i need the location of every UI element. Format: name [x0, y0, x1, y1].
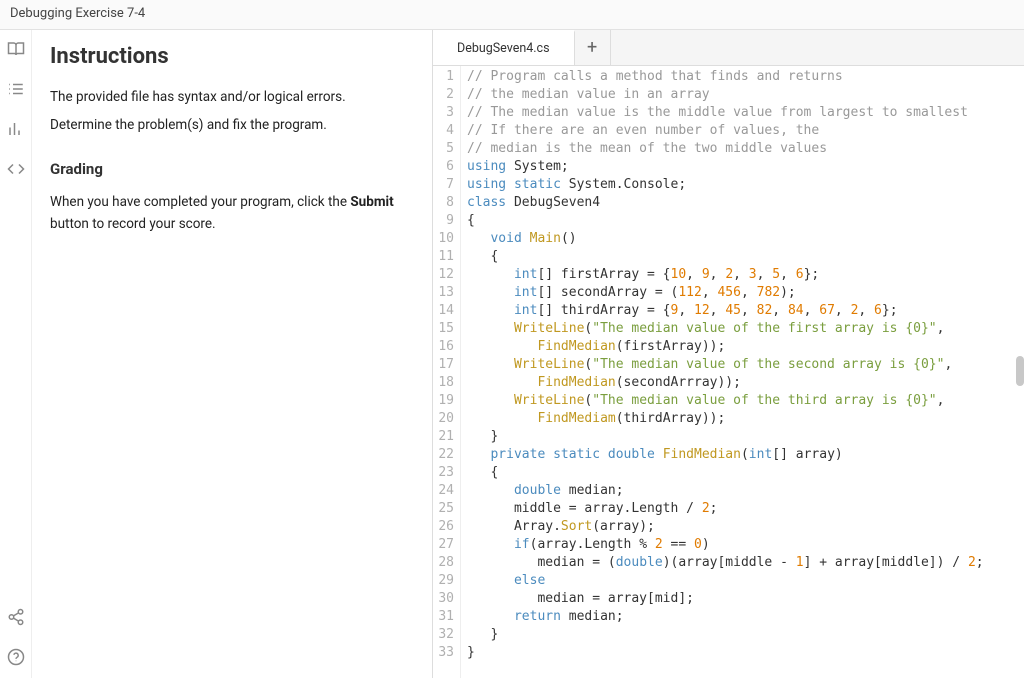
instruction-text: Determine the problem(s) and fix the pro…	[50, 115, 412, 137]
line-gutter: 1234567891011121314151617181920212223242…	[433, 66, 461, 678]
help-icon[interactable]	[7, 648, 25, 666]
panel-heading: Instructions	[50, 44, 412, 69]
book-icon[interactable]	[7, 40, 25, 58]
share-icon[interactable]	[7, 608, 25, 626]
window-title: Debugging Exercise 7-4	[0, 0, 1024, 30]
chart-icon[interactable]	[7, 120, 25, 138]
code-editor[interactable]: 1234567891011121314151617181920212223242…	[433, 66, 1024, 678]
grading-text: When you have completed your program, cl…	[50, 192, 412, 235]
tab-bar: DebugSeven4.cs +	[433, 30, 1024, 66]
new-tab-button[interactable]: +	[575, 30, 611, 65]
instructions-panel: Instructions The provided file has synta…	[32, 30, 432, 678]
editor-panel: DebugSeven4.cs + 12345678910111213141516…	[432, 30, 1024, 678]
file-tab[interactable]: DebugSeven4.cs	[433, 30, 575, 65]
code-area[interactable]: // Program calls a method that finds and…	[461, 66, 1024, 678]
code-icon[interactable]	[7, 160, 25, 178]
scrollbar-thumb[interactable]	[1016, 356, 1024, 386]
tool-sidebar	[0, 30, 32, 678]
instruction-text: The provided file has syntax and/or logi…	[50, 87, 412, 109]
list-icon[interactable]	[7, 80, 25, 98]
grading-heading: Grading	[50, 160, 412, 178]
